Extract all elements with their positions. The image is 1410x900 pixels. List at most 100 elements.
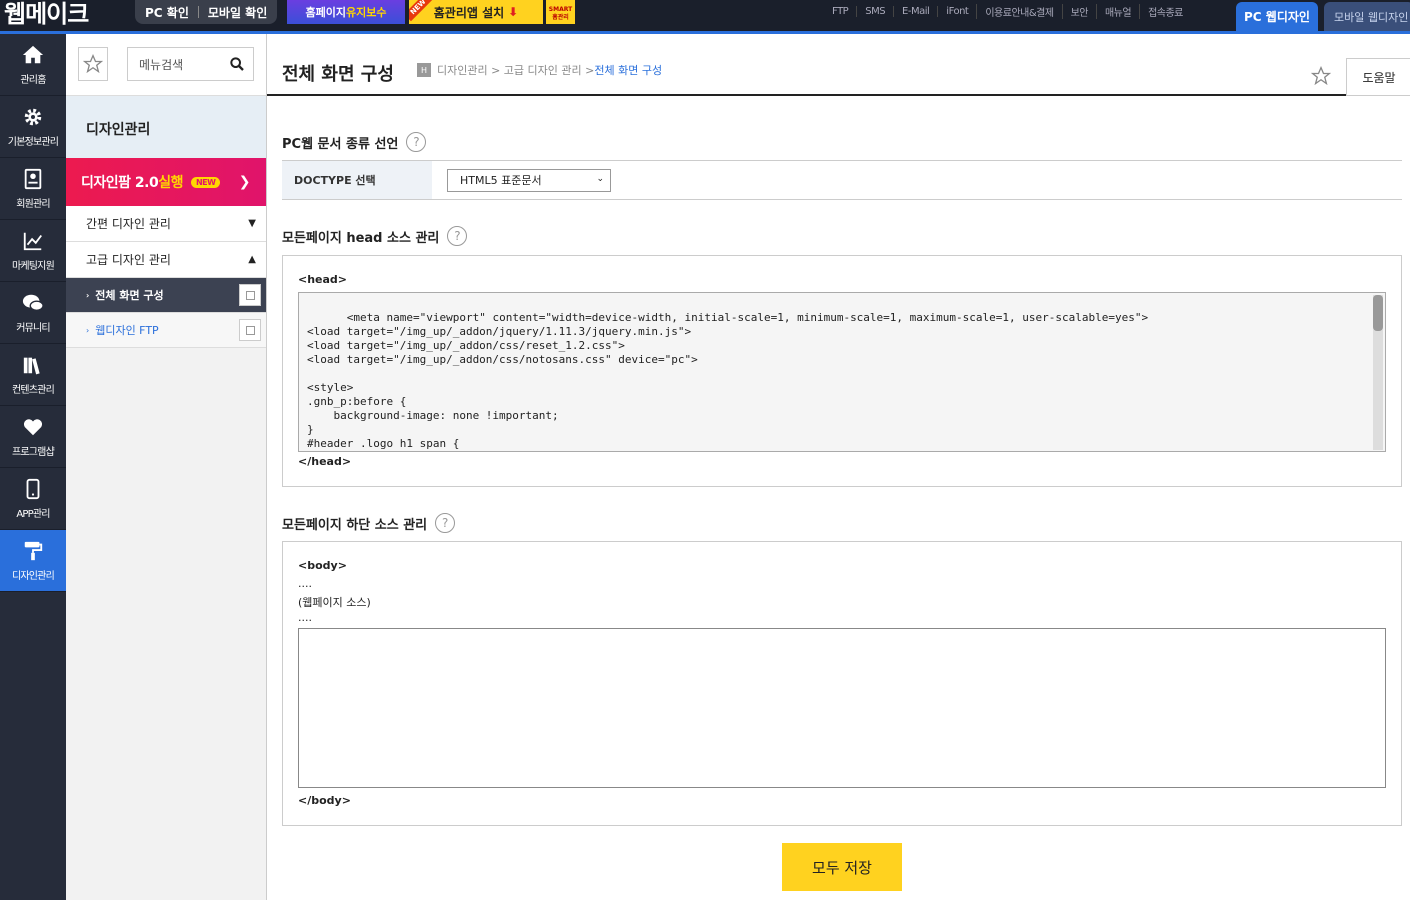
menu-group-advanced-design[interactable]: 고급 디자인 관리 ▲ [66, 242, 266, 278]
books-icon [23, 357, 40, 374]
doctype-row: DOCTYPE 선택 HTML5 표준문서 ⌄ [282, 160, 1402, 200]
top-link-billing[interactable]: 이용료안내&결제 [976, 4, 1061, 19]
sub-menu-title: 디자인관리 [66, 96, 266, 158]
help-button[interactable]: 도움말 [1346, 58, 1410, 96]
bookmark-star-icon[interactable] [1311, 66, 1331, 86]
preview-toggle-group: PC 확인 모바일 확인 [135, 0, 278, 24]
down-arrow-icon: ⬇ [508, 5, 519, 19]
favorite-button[interactable] [78, 47, 108, 81]
nav-label: 기본정보관리 [7, 136, 59, 148]
top-link-security[interactable]: 보안 [1061, 4, 1096, 19]
banner-text: 디자인팜 2.0 [81, 175, 159, 191]
banner-action: 실행 [158, 175, 183, 191]
menu-group-label: 간편 디자인 관리 [86, 217, 171, 231]
top-link-logout[interactable]: 접속종료 [1139, 4, 1191, 19]
heart-icon [23, 418, 43, 435]
nav-label: 관리홈 [20, 74, 46, 86]
nav-label: 마케팅지원 [11, 260, 55, 272]
save-all-button[interactable]: 모두 저장 [782, 843, 902, 891]
sub-item-label: 웹디자인 FTP [95, 324, 159, 337]
new-badge: NEW [409, 0, 433, 22]
top-link-ftp[interactable]: FTP [832, 6, 856, 17]
mobile-icon [26, 478, 40, 499]
caret-down-icon: ▼ [248, 218, 256, 229]
section-title-text: PC웹 문서 종류 선언 [282, 136, 399, 152]
nav-item-community[interactable]: 커뮤니티 [0, 282, 66, 344]
top-link-ifont[interactable]: iFont [937, 6, 976, 17]
top-link-sms[interactable]: SMS [856, 6, 893, 17]
nav-item-marketing[interactable]: 마케팅지원 [0, 220, 66, 282]
open-new-window-icon[interactable] [239, 284, 261, 306]
question-icon[interactable]: ? [447, 226, 468, 246]
question-icon[interactable]: ? [435, 513, 456, 533]
body-open-tag: <body> [298, 559, 347, 572]
maintenance-promo-banner[interactable]: 홈페이지 유지보수 [287, 0, 405, 24]
head-close-tag: </head> [298, 455, 352, 468]
menu-group-label: 고급 디자인 관리 [86, 253, 171, 267]
nav-item-members[interactable]: 회원관리 [0, 158, 66, 220]
nav-item-basic-info[interactable]: 기본정보관리 [0, 96, 66, 158]
doctype-selected-value: HTML5 표준문서 [460, 174, 542, 187]
sub-item-label: 전체 화면 구성 [95, 289, 164, 302]
nav-label: 디자인관리 [11, 570, 55, 582]
promo-highlight: 유지보수 [346, 6, 387, 19]
doctype-label: DOCTYPE 선택 [282, 161, 432, 199]
question-icon[interactable]: ? [406, 132, 427, 152]
head-code-text: <meta name="viewport" content="width=dev… [307, 311, 1149, 450]
nav-label: 회원관리 [16, 198, 50, 210]
tab-mobile-webdesign[interactable]: 모바일 웹디자인 [1324, 2, 1410, 31]
designpharm-launch-banner[interactable]: 디자인팜 2.0 실행 NEW ❯ [66, 158, 266, 206]
top-link-manual[interactable]: 매뉴얼 [1095, 4, 1139, 19]
nav-label: APP관리 [16, 508, 50, 520]
sub-menu: 메뉴검색 디자인관리 디자인팜 2.0 실행 NEW ❯ 간편 디자인 관리 ▼… [66, 34, 267, 900]
chat-icon [22, 294, 44, 311]
page-header: 전체 화면 구성 H 디자인관리 > 고급 디자인 관리 > 전체 화면 구성 … [267, 34, 1410, 96]
menu-group-simple-design[interactable]: 간편 디자인 관리 ▼ [66, 206, 266, 242]
head-source-box: <head> <meta name="viewport" content="wi… [282, 255, 1402, 487]
head-source-section-title: 모든페이지 head 소스 관리 ? [282, 226, 468, 246]
smart-home-icon[interactable]: SMART 홈관리 [546, 0, 575, 24]
section-title-text: 모든페이지 하단 소스 관리 [282, 517, 428, 533]
open-new-window-icon[interactable] [239, 319, 261, 341]
nav-item-admin-home[interactable]: 관리홈 [0, 34, 66, 96]
nav-label: 커뮤니티 [16, 322, 50, 334]
bullet-icon: › [86, 290, 90, 300]
chart-icon [23, 232, 42, 250]
app-install-promo-banner[interactable]: NEW 홈관리앱 설치 ⬇ [409, 0, 543, 24]
top-link-email[interactable]: E-Mail [893, 6, 937, 17]
bullet-icon: › [86, 325, 90, 335]
body-close-tag: </body> [298, 794, 351, 807]
nav-item-program-shop[interactable]: 프로그램샵 [0, 406, 66, 468]
sub-item-webdesign-ftp[interactable]: › 웹디자인 FTP [66, 313, 266, 348]
promo-text: 홈페이지 [305, 6, 346, 19]
divider [197, 6, 199, 18]
body-source-section-title: 모든페이지 하단 소스 관리 ? [282, 513, 456, 533]
nav-item-app[interactable]: APP관리 [0, 468, 66, 530]
sub-item-full-layout[interactable]: › 전체 화면 구성 [66, 278, 266, 313]
body-source-box: <body> .... (웹페이지 소스) .... </body> [282, 541, 1402, 826]
body-dots-1: .... [298, 577, 312, 590]
page-title: 전체 화면 구성 [282, 64, 394, 85]
main-content: 전체 화면 구성 H 디자인관리 > 고급 디자인 관리 > 전체 화면 구성 … [267, 34, 1410, 900]
menu-search-input[interactable]: 메뉴검색 [127, 47, 254, 81]
nav-item-design[interactable]: 디자인관리 [0, 530, 66, 592]
doctype-select[interactable]: HTML5 표준문서 ⌄ [447, 168, 611, 192]
head-source-textarea[interactable]: <meta name="viewport" content="width=dev… [298, 292, 1386, 452]
search-icon[interactable] [229, 56, 245, 72]
promo-app-text: 홈관리앱 설치 [433, 5, 505, 20]
nav-item-contents[interactable]: 컨텐츠관리 [0, 344, 66, 406]
pc-check-button[interactable]: PC 확인 [145, 4, 189, 21]
tab-pc-webdesign[interactable]: PC 웹디자인 [1236, 2, 1318, 31]
section-title-text: 모든페이지 head 소스 관리 [282, 230, 440, 246]
body-source-textarea[interactable] [298, 628, 1386, 788]
breadcrumb-path[interactable]: 디자인관리 > 고급 디자인 관리 > [437, 62, 594, 78]
caret-up-icon: ▲ [248, 254, 256, 265]
scrollbar-thumb[interactable] [1373, 295, 1383, 331]
chevron-right-icon: ❯ [238, 174, 251, 190]
mobile-check-button[interactable]: 모바일 확인 [208, 4, 267, 21]
doctype-section-title: PC웹 문서 종류 선언 ? [282, 132, 427, 152]
logo[interactable]: 웹메이크 [4, 0, 89, 29]
left-nav: 관리홈 기본정보관리 회원관리 마케팅지원 커뮤니티 컨텐츠관리 프로그램샵 A… [0, 34, 66, 900]
home-badge-icon: H [417, 63, 431, 77]
breadcrumb-current: 전체 화면 구성 [594, 64, 663, 77]
